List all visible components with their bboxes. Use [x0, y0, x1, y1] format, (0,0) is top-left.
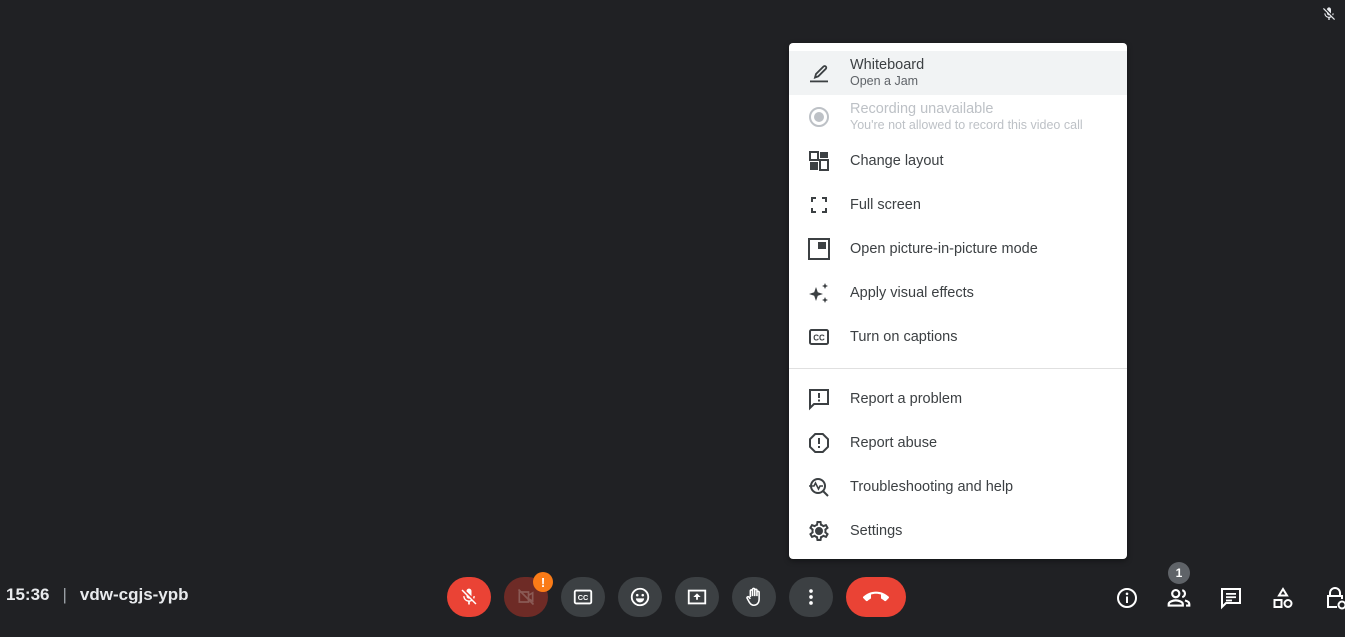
- shapes-icon: [1273, 587, 1293, 608]
- chat-icon: [1221, 588, 1241, 610]
- captions-icon: CC: [807, 325, 831, 349]
- feedback-icon: [807, 387, 831, 411]
- microphone-toggle-button[interactable]: [447, 577, 491, 617]
- leave-call-button[interactable]: [846, 577, 906, 617]
- chat-button[interactable]: [1210, 580, 1252, 616]
- side-panel-controls: 1: [1106, 562, 1345, 616]
- activities-button[interactable]: [1262, 580, 1304, 616]
- emoji-icon: [630, 587, 650, 607]
- troubleshoot-icon: [807, 475, 831, 499]
- hand-icon: [746, 587, 760, 607]
- menu-divider: [789, 368, 1127, 369]
- participant-count-badge: 1: [1168, 562, 1190, 584]
- host-controls-button[interactable]: [1314, 580, 1345, 616]
- menu-item-label: Whiteboard: [850, 57, 925, 73]
- menu-item-settings[interactable]: Settings: [789, 509, 1127, 553]
- people-icon: [1167, 589, 1191, 607]
- menu-item-sublabel: Open a Jam: [850, 74, 919, 88]
- lock-person-icon: [1327, 587, 1345, 610]
- meeting-time: 15:36: [6, 585, 50, 604]
- more-vert-icon: [809, 589, 813, 605]
- menu-item-label: Full screen: [850, 196, 921, 213]
- menu-item-label: Turn on captions: [850, 328, 958, 345]
- meeting-details-button[interactable]: [1106, 580, 1148, 616]
- menu-item-label: Troubleshooting and help: [850, 478, 1014, 495]
- svg-text:CC: CC: [813, 334, 825, 343]
- meeting-details: 15:36 | vdw-cgjs-ypb: [6, 585, 189, 605]
- camera-warning-badge: !: [533, 572, 553, 592]
- menu-item-troubleshooting[interactable]: Troubleshooting and help: [789, 465, 1127, 509]
- menu-item-visual-effects[interactable]: Apply visual effects: [789, 271, 1127, 315]
- mic-off-icon: [1323, 7, 1335, 20]
- mic-off-icon: [461, 588, 477, 605]
- camera-off-icon: [517, 588, 535, 606]
- sparkle-icon: [807, 281, 831, 305]
- menu-item-label: Report abuse: [850, 434, 938, 451]
- fullscreen-icon: [807, 193, 831, 217]
- more-options-menu: Whiteboard Open a Jam Recording unavaila…: [789, 43, 1127, 559]
- captions-button[interactable]: CC: [561, 577, 605, 617]
- svg-text:CC: CC: [578, 593, 589, 602]
- reactions-button[interactable]: [618, 577, 662, 617]
- menu-item-label: Apply visual effects: [850, 284, 974, 301]
- hangup-icon: [863, 591, 889, 602]
- menu-item-full-screen[interactable]: Full screen: [789, 183, 1127, 227]
- people-button[interactable]: 1: [1158, 562, 1200, 616]
- menu-item-report-abuse[interactable]: Report abuse: [789, 421, 1127, 465]
- menu-item-sublabel: You're not allowed to record this video …: [850, 118, 1083, 132]
- settings-icon: [807, 519, 831, 543]
- captions-icon: CC: [573, 589, 593, 605]
- self-mic-off-indicator: [1319, 4, 1339, 24]
- meeting-code: vdw-cgjs-ypb: [79, 585, 189, 604]
- call-controls: ! CC: [447, 572, 906, 617]
- pencil-icon: [807, 61, 831, 85]
- menu-item-report-problem[interactable]: Report a problem: [789, 377, 1127, 421]
- raise-hand-button[interactable]: [732, 577, 776, 617]
- pip-icon: [807, 237, 831, 261]
- camera-toggle-button[interactable]: !: [504, 572, 553, 617]
- menu-item-picture-in-picture[interactable]: Open picture-in-picture mode: [789, 227, 1127, 271]
- more-options-button[interactable]: [789, 577, 833, 617]
- present-icon: [687, 589, 707, 605]
- present-screen-button[interactable]: [675, 577, 719, 617]
- layout-icon: [807, 149, 831, 173]
- menu-item-recording: Recording unavailable You're not allowed…: [789, 95, 1127, 139]
- menu-item-label: Open picture-in-picture mode: [850, 240, 1038, 257]
- menu-item-label: Change layout: [850, 152, 944, 169]
- menu-item-label: Settings: [850, 522, 903, 539]
- info-icon: [1117, 588, 1137, 608]
- menu-item-label: Recording unavailable: [850, 101, 994, 117]
- report-icon: [807, 431, 831, 455]
- record-icon: [807, 105, 831, 129]
- meeting-info-separator: |: [62, 585, 67, 604]
- menu-item-captions[interactable]: CC Turn on captions: [789, 315, 1127, 359]
- menu-item-label: Report a problem: [850, 390, 963, 407]
- menu-item-change-layout[interactable]: Change layout: [789, 139, 1127, 183]
- menu-item-whiteboard[interactable]: Whiteboard Open a Jam: [789, 51, 1127, 95]
